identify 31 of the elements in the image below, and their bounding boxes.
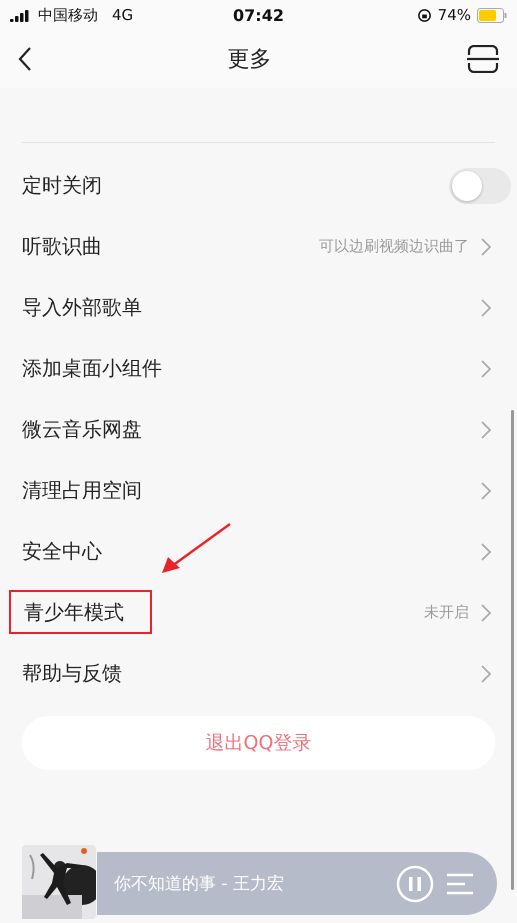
song-title: 你不知道的事 - 王力宏 xyxy=(114,873,285,895)
chevron-icon xyxy=(481,420,491,438)
row-value: 可以边刷视频边识曲了 xyxy=(319,237,469,256)
row-label[interactable]: 添加桌面小组件 xyxy=(22,355,481,382)
chevron-icon xyxy=(481,604,491,622)
network-type: 4G xyxy=(112,6,134,24)
chevron-icon xyxy=(481,360,491,378)
battery-percent: 74% xyxy=(438,6,471,24)
row-label[interactable]: 清理占用空间 xyxy=(22,477,481,504)
row-label[interactable]: 帮助与反馈 xyxy=(22,660,481,687)
battery-icon xyxy=(477,8,507,22)
scan-icon[interactable] xyxy=(467,45,499,73)
pause-icon[interactable] xyxy=(395,864,435,904)
chevron-icon xyxy=(481,298,491,316)
status-time: 07:42 xyxy=(233,6,284,24)
row-label[interactable]: 青少年模式 xyxy=(9,590,152,634)
row-label[interactable]: 微云音乐网盘 xyxy=(22,416,481,443)
row-label[interactable]: 导入外部歌单 xyxy=(22,294,481,321)
page-title: 更多 xyxy=(228,46,272,74)
row-label[interactable]: 定时关闭 xyxy=(22,172,449,199)
chevron-icon xyxy=(481,542,491,560)
row-value: 未开启 xyxy=(424,603,469,622)
carrier-name: 中国移动 xyxy=(38,6,98,24)
orientation-lock-icon xyxy=(416,8,432,22)
timer-switch[interactable] xyxy=(449,168,511,204)
chevron-icon xyxy=(481,238,491,256)
chevron-icon xyxy=(481,664,491,682)
row-label[interactable]: 听歌识曲 xyxy=(22,233,319,260)
back-icon[interactable] xyxy=(18,47,32,71)
row-label[interactable]: 安全中心 xyxy=(22,538,481,565)
chevron-icon xyxy=(481,482,491,500)
